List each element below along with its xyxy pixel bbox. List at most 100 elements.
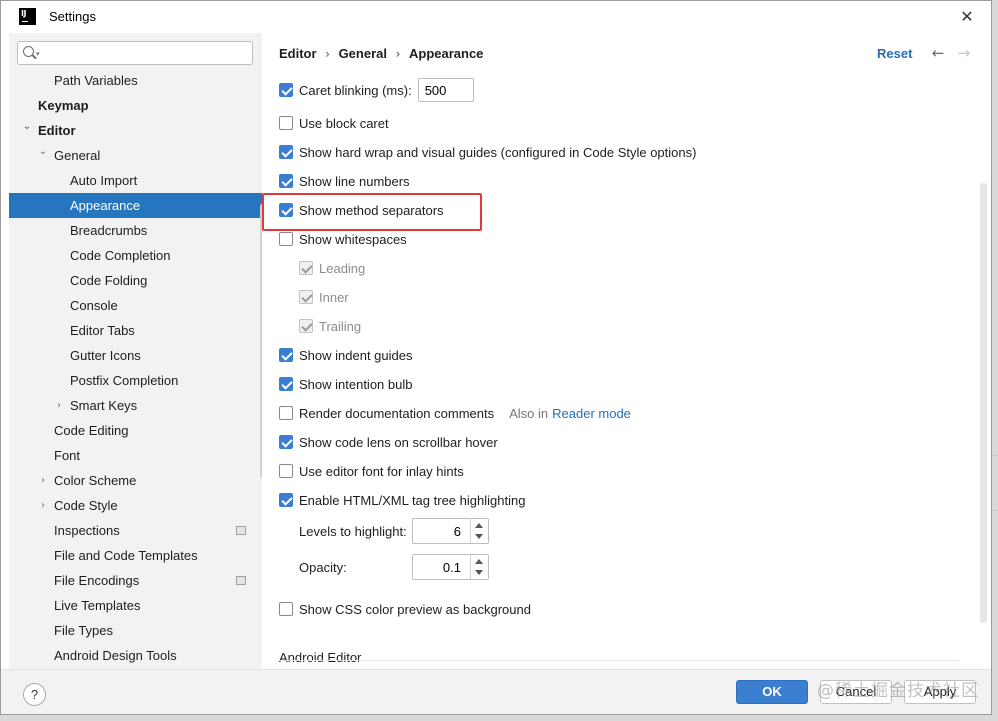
sidebar-item-postfix-completion[interactable]: Postfix Completion bbox=[9, 368, 262, 393]
sidebar-item-android-design-tools[interactable]: Android Design Tools bbox=[9, 643, 262, 668]
option-line-numbers: Show line numbers bbox=[279, 170, 410, 192]
sidebar-item-label: File Encodings bbox=[54, 573, 140, 588]
sidebar-item-inspections[interactable]: Inspections bbox=[9, 518, 262, 543]
option-hard-wrap: Show hard wrap and visual guides (config… bbox=[279, 141, 696, 163]
reset-button[interactable]: Reset bbox=[877, 46, 912, 61]
back-arrow-icon[interactable]: ← bbox=[928, 42, 948, 64]
levels-spinner[interactable] bbox=[412, 518, 489, 544]
search-icon bbox=[23, 46, 34, 57]
settings-dialog: IJ Settings ✕ ▾ Path Variables Keymap ⌄ Edi… bbox=[0, 0, 992, 715]
sidebar-item-label: File and Code Templates bbox=[54, 548, 198, 563]
sidebar-item-label: Code Style bbox=[54, 498, 118, 513]
sidebar-item-code-editing[interactable]: Code Editing bbox=[9, 418, 262, 443]
sidebar-item-code-folding[interactable]: Code Folding bbox=[9, 268, 262, 293]
sidebar-item-label: Breadcrumbs bbox=[70, 223, 148, 238]
breadcrumb-editor[interactable]: Editor bbox=[279, 46, 317, 61]
caret-blinking-input[interactable] bbox=[417, 78, 474, 102]
sidebar-item-file-types[interactable]: File Types bbox=[9, 618, 262, 643]
cancel-button[interactable]: Cancel bbox=[820, 680, 892, 704]
breadcrumb-appearance: Appearance bbox=[408, 46, 484, 61]
breadcrumb-separator: › bbox=[395, 47, 401, 61]
block-caret-label: Use block caret bbox=[299, 115, 389, 131]
spin-up-icon[interactable] bbox=[471, 555, 488, 567]
inner-checkbox bbox=[299, 290, 313, 304]
sidebar-item-console[interactable]: Console bbox=[9, 293, 262, 318]
forward-arrow-icon[interactable]: → bbox=[954, 42, 974, 64]
inner-label: Inner bbox=[319, 289, 349, 305]
opacity-spinner[interactable] bbox=[412, 554, 489, 580]
option-inner: Inner bbox=[299, 286, 349, 308]
levels-input[interactable] bbox=[413, 519, 467, 543]
sidebar-item-keymap[interactable]: Keymap bbox=[9, 93, 262, 118]
close-icon[interactable]: ✕ bbox=[955, 5, 979, 29]
levels-spin-buttons bbox=[470, 519, 488, 543]
chevron-right-icon[interactable]: › bbox=[37, 493, 49, 518]
sidebar-item-code-style[interactable]: › Code Style bbox=[9, 493, 262, 518]
chevron-down-icon[interactable]: ⌄ bbox=[37, 139, 49, 164]
sidebar-item-appearance[interactable]: Appearance bbox=[9, 193, 262, 218]
chevron-right-icon[interactable]: › bbox=[37, 468, 49, 493]
sidebar-item-path-variables[interactable]: Path Variables bbox=[9, 68, 262, 93]
sidebar-item-live-templates[interactable]: Live Templates bbox=[9, 593, 262, 618]
project-scope-icon bbox=[236, 576, 246, 585]
sidebar-item-breadcrumbs[interactable]: Breadcrumbs bbox=[9, 218, 262, 243]
option-intention-bulb: Show intention bulb bbox=[279, 373, 412, 395]
option-block-caret: Use block caret bbox=[279, 112, 389, 134]
opacity-input[interactable] bbox=[413, 555, 467, 579]
intention-bulb-label: Show intention bulb bbox=[299, 376, 413, 392]
reader-mode-link[interactable]: Reader mode bbox=[552, 406, 631, 421]
search-input[interactable] bbox=[46, 44, 246, 62]
indent-guides-checkbox[interactable] bbox=[279, 348, 293, 362]
inlay-font-checkbox[interactable] bbox=[279, 464, 293, 478]
sidebar-item-gutter-icons[interactable]: Gutter Icons bbox=[9, 343, 262, 368]
chevron-down-icon[interactable]: ⌄ bbox=[21, 114, 33, 139]
option-method-separators: Show method separators bbox=[279, 199, 444, 221]
option-indent-guides: Show indent guides bbox=[279, 344, 412, 366]
help-button[interactable]: ? bbox=[23, 683, 46, 706]
code-lens-label: Show code lens on scrollbar hover bbox=[299, 434, 498, 450]
apply-button[interactable]: Apply bbox=[904, 680, 976, 704]
chevron-right-icon[interactable]: › bbox=[53, 393, 65, 418]
css-color-checkbox[interactable] bbox=[279, 602, 293, 616]
levels-label: Levels to highlight: bbox=[299, 523, 407, 539]
render-docs-label: Render documentation comments bbox=[299, 405, 495, 421]
intellij-app-icon: IJ bbox=[19, 8, 36, 25]
sidebar-item-label: Android Design Tools bbox=[54, 648, 177, 663]
sidebar-item-code-completion[interactable]: Code Completion bbox=[9, 243, 262, 268]
spin-up-icon[interactable] bbox=[471, 519, 488, 531]
sidebar-item-file-encodings[interactable]: File Encodings bbox=[9, 568, 262, 593]
caret-blinking-checkbox[interactable] bbox=[279, 83, 293, 97]
sidebar-item-color-scheme[interactable]: › Color Scheme bbox=[9, 468, 262, 493]
intention-bulb-checkbox[interactable] bbox=[279, 377, 293, 391]
render-docs-checkbox[interactable] bbox=[279, 406, 293, 420]
hard-wrap-label: Show hard wrap and visual guides (config… bbox=[299, 144, 697, 160]
breadcrumb-general[interactable]: General bbox=[339, 46, 387, 61]
sidebar-item-file-and-code-templates[interactable]: File and Code Templates bbox=[9, 543, 262, 568]
sidebar-item-smart-keys[interactable]: › Smart Keys bbox=[9, 393, 262, 418]
whitespaces-checkbox[interactable] bbox=[279, 232, 293, 246]
method-separators-checkbox[interactable] bbox=[279, 203, 293, 217]
tag-tree-checkbox[interactable] bbox=[279, 493, 293, 507]
spin-down-icon[interactable] bbox=[471, 567, 488, 579]
option-caret-blinking: Caret blinking (ms): bbox=[279, 78, 474, 102]
inlay-font-label: Use editor font for inlay hints bbox=[299, 463, 464, 479]
hard-wrap-checkbox[interactable] bbox=[279, 145, 293, 159]
content-scrollbar[interactable] bbox=[980, 183, 987, 623]
search-box[interactable]: ▾ bbox=[17, 41, 253, 65]
sidebar-item-general[interactable]: ⌄ General bbox=[9, 143, 262, 168]
chevron-down-icon: ▾ bbox=[36, 51, 40, 58]
window-title: Settings bbox=[49, 9, 96, 24]
block-caret-checkbox[interactable] bbox=[279, 116, 293, 130]
option-inlay-font: Use editor font for inlay hints bbox=[279, 460, 464, 482]
sidebar-item-editor-tabs[interactable]: Editor Tabs bbox=[9, 318, 262, 343]
sidebar-item-font[interactable]: Font bbox=[9, 443, 262, 468]
sidebar-item-label: Code Completion bbox=[70, 248, 171, 263]
whitespaces-label: Show whitespaces bbox=[299, 231, 407, 247]
css-color-label: Show CSS color preview as background bbox=[299, 601, 531, 617]
line-numbers-checkbox[interactable] bbox=[279, 174, 293, 188]
sidebar-item-auto-import[interactable]: Auto Import bbox=[9, 168, 262, 193]
ok-button[interactable]: OK bbox=[736, 680, 808, 704]
spin-down-icon[interactable] bbox=[471, 531, 488, 543]
sidebar-item-label: File Types bbox=[54, 623, 114, 638]
code-lens-checkbox[interactable] bbox=[279, 435, 293, 449]
